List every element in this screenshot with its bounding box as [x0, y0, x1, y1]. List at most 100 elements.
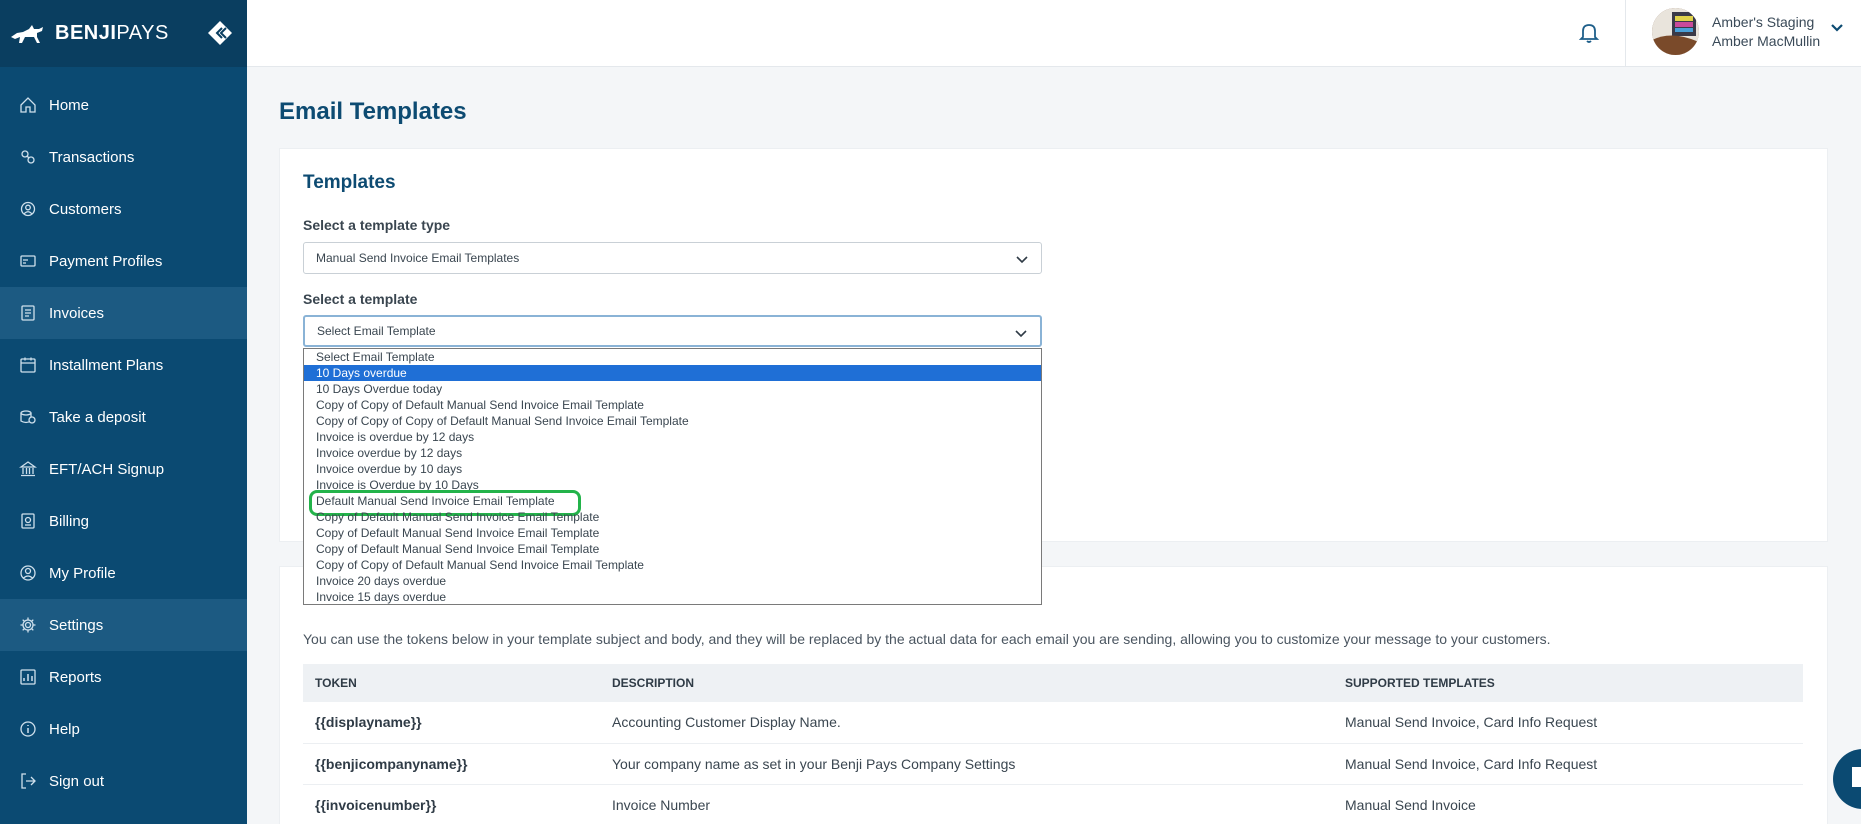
tokens-description: You can use the tokens below in your tem…: [303, 631, 1551, 647]
table-header-row: TOKEN DESCRIPTION SUPPORTED TEMPLATES: [303, 664, 1803, 702]
dropdown-option[interactable]: Invoice overdue by 12 days: [304, 445, 1041, 461]
account-name: Amber's Staging: [1712, 14, 1815, 30]
supported-templates-cell: Manual Send Invoice, Card Info Request: [1333, 702, 1803, 744]
sidebar-item-label: My Profile: [49, 564, 116, 582]
sidebar-item-my-profile[interactable]: My Profile: [0, 547, 247, 599]
supported-templates-cell: Manual Send Invoice, Card Info Request: [1333, 743, 1803, 785]
template-label: Select a template: [303, 291, 418, 307]
customers-icon: [20, 201, 36, 217]
dropdown-option[interactable]: Copy of Copy of Default Manual Send Invo…: [304, 397, 1041, 413]
dropdown-option[interactable]: Copy of Default Manual Send Invoice Emai…: [304, 525, 1041, 541]
column-header-description: DESCRIPTION: [600, 664, 1333, 702]
template-dropdown-list[interactable]: Select Email Template 10 Days overdue 10 D…: [303, 348, 1042, 605]
dropdown-option[interactable]: Copy of Default Manual Send Invoice Emai…: [304, 541, 1041, 557]
transactions-icon: [21, 150, 35, 164]
description-cell: Accounting Customer Display Name.: [600, 702, 1333, 744]
tokens-table: TOKEN DESCRIPTION SUPPORTED TEMPLATES {{…: [303, 664, 1803, 824]
dropdown-option[interactable]: 10 Days Overdue today: [304, 381, 1041, 397]
dropdown-option[interactable]: Copy of Copy of Default Manual Send Invo…: [304, 557, 1041, 573]
column-header-supported-templates: SUPPORTED TEMPLATES: [1333, 664, 1803, 702]
dropdown-option[interactable]: Default Manual Send Invoice Email Templa…: [304, 490, 1041, 516]
sidebar-item-reports[interactable]: Reports: [0, 651, 247, 703]
token-cell: {{benjicompanyname}}: [303, 743, 600, 785]
sidebar-item-label: EFT/ACH Signup: [49, 460, 165, 478]
dropdown-option[interactable]: Invoice 20 days overdue: [304, 573, 1041, 589]
token-cell: {{displayname}}: [303, 702, 600, 744]
template-select[interactable]: Select Email Template: [303, 315, 1042, 347]
sidebar-nav: Home Transactions Customers Payment Prof…: [0, 67, 247, 807]
dropdown-option[interactable]: Copy of Default Manual Send Invoice Emai…: [304, 509, 1041, 525]
sidebar-item-label: Installment Plans: [49, 356, 164, 374]
avatar[interactable]: [1652, 8, 1699, 55]
sidebar-item-installment-plans[interactable]: Installment Plans: [0, 339, 247, 391]
info-icon: [20, 721, 36, 737]
sidebar-item-help[interactable]: Help: [0, 703, 247, 755]
supported-templates-cell: Manual Send Invoice: [1333, 784, 1803, 824]
gear-icon: [20, 617, 36, 633]
template-type-value: Manual Send Invoice Email Templates: [316, 251, 520, 265]
sign-out-icon: [21, 773, 36, 789]
templates-title: Templates: [303, 172, 396, 193]
sidebar-item-label: Reports: [49, 668, 102, 686]
collapse-sidebar-icon[interactable]: [207, 20, 233, 46]
template-type-select[interactable]: Manual Send Invoice Email Templates: [303, 242, 1042, 274]
dropdown-option[interactable]: Invoice overdue by 10 days: [304, 461, 1041, 477]
sidebar-item-label: Billing: [49, 512, 90, 530]
top-bar: Amber's Staging Amber MacMullin: [247, 0, 1861, 67]
brand-header: BENJIPAYS: [0, 0, 247, 67]
table-row: {{benjicompanyname}} Your company name a…: [303, 743, 1803, 785]
page-title: Email Templates: [279, 98, 467, 125]
benji-dog-logo: [11, 24, 43, 43]
chevron-down-icon[interactable]: [1829, 20, 1845, 36]
template-value: Select Email Template: [317, 324, 436, 338]
account-info[interactable]: Amber's Staging Amber MacMullin: [1712, 13, 1820, 51]
avatar-image: [1652, 8, 1699, 55]
notification-bell-icon[interactable]: [1577, 20, 1601, 44]
profile-icon: [20, 565, 36, 581]
sidebar-item-take-a-deposit[interactable]: Take a deposit: [0, 391, 247, 443]
brand-name: BENJIPAYS: [55, 22, 169, 44]
chat-support-button[interactable]: [1833, 749, 1861, 809]
sidebar-item-label: Take a deposit: [49, 408, 146, 426]
chevron-down-icon: [1016, 256, 1028, 264]
sidebar-item-label: Sign out: [49, 772, 105, 790]
column-header-token: TOKEN: [303, 664, 600, 702]
sidebar-item-label: Transactions: [49, 148, 135, 166]
bank-icon: [19, 461, 37, 477]
chat-icon: [1835, 751, 1861, 807]
calendar-icon: [20, 357, 36, 373]
sidebar-item-label: Help: [49, 720, 80, 738]
dropdown-option[interactable]: Select Email Template: [304, 349, 1041, 365]
sidebar: BENJIPAYS Home Transactions Customers Pa…: [0, 0, 247, 824]
dropdown-option[interactable]: Invoice is overdue by 12 days: [304, 429, 1041, 445]
sidebar-item-invoices[interactable]: Invoices: [0, 287, 247, 339]
sidebar-item-customers[interactable]: Customers: [0, 183, 247, 235]
dropdown-option[interactable]: Copy of Copy of Copy of Default Manual S…: [304, 413, 1041, 429]
home-icon: [20, 97, 36, 113]
token-cell: {{invoicenumber}}: [303, 784, 600, 824]
dropdown-option[interactable]: Invoice 15 days overdue: [304, 589, 1041, 604]
dropdown-option[interactable]: 10 Days overdue: [304, 365, 1041, 381]
deposit-icon: [20, 410, 36, 424]
sidebar-item-settings[interactable]: Settings: [0, 599, 247, 651]
reports-icon: [20, 669, 36, 685]
sidebar-item-transactions[interactable]: Transactions: [0, 131, 247, 183]
sidebar-item-label: Customers: [49, 200, 122, 218]
sidebar-item-home[interactable]: Home: [0, 79, 247, 131]
sidebar-item-sign-out[interactable]: Sign out: [0, 755, 247, 807]
table-row: {{invoicenumber}} Invoice Number Manual …: [303, 784, 1803, 824]
description-cell: Invoice Number: [600, 784, 1333, 824]
sidebar-item-label: Invoices: [49, 304, 105, 322]
sidebar-item-billing[interactable]: Billing: [0, 495, 247, 547]
sidebar-item-payment-profiles[interactable]: Payment Profiles: [0, 235, 247, 287]
billing-icon: [21, 513, 35, 529]
user-name: Amber MacMullin: [1712, 33, 1821, 49]
sidebar-item-label: Settings: [49, 616, 104, 634]
invoices-icon: [21, 305, 35, 321]
table-row: {{displayname}} Accounting Customer Disp…: [303, 702, 1803, 744]
chevron-down-icon: [1015, 330, 1027, 338]
template-type-label: Select a template type: [303, 217, 451, 233]
description-cell: Your company name as set in your Benji P…: [600, 743, 1333, 785]
sidebar-item-eft-ach-signup[interactable]: EFT/ACH Signup: [0, 443, 247, 495]
topbar-divider: [1625, 0, 1626, 67]
